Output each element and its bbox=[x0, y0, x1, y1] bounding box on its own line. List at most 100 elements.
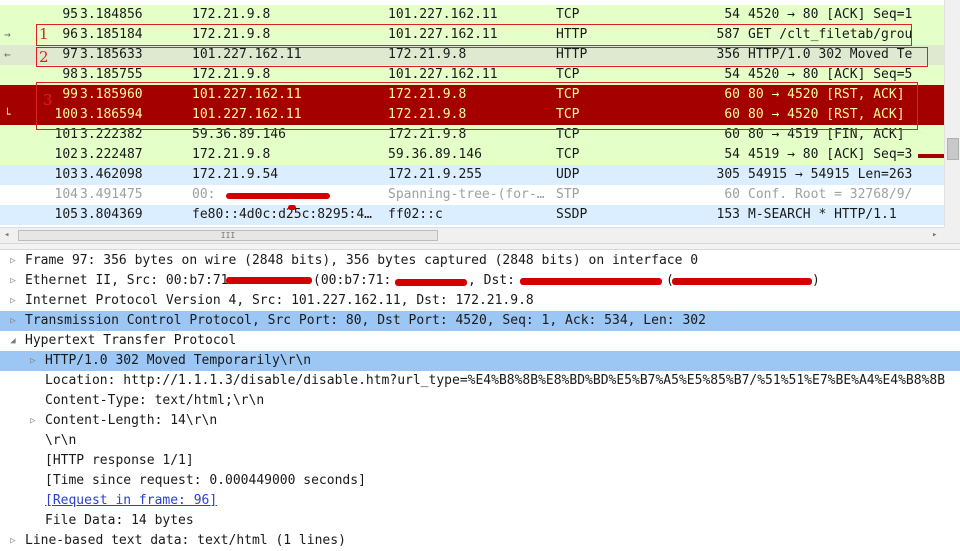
packet-source: 172.21.9.8 bbox=[192, 7, 271, 22]
tree-row-label: File Data: 14 bytes bbox=[45, 513, 194, 528]
packet-details-tree[interactable]: ▷ Frame 97: 356 bytes on wire (2848 bits… bbox=[0, 250, 960, 551]
packet-time: 3.804369 bbox=[80, 207, 143, 222]
packet-destination: 172.21.9.255 bbox=[388, 167, 482, 182]
tree-row-label: Line-based text data: text/html (1 lines… bbox=[25, 533, 346, 548]
packet-info: 4520 → 80 [ACK] Seq=1 bbox=[748, 7, 913, 22]
expand-arrow-icon[interactable]: ▷ bbox=[8, 271, 18, 291]
packet-protocol: SSDP bbox=[556, 207, 588, 222]
scroll-right-icon[interactable]: ▸ bbox=[932, 230, 937, 240]
tree-row-label: Frame 97: 356 bytes on wire (2848 bits),… bbox=[25, 253, 699, 268]
tree-row-label: Transmission Control Protocol, Src Port:… bbox=[25, 313, 706, 328]
packet-info: Conf. Root = 32768/9/ bbox=[748, 187, 913, 202]
row-marker bbox=[918, 154, 944, 158]
packet-protocol: TCP bbox=[556, 7, 580, 22]
packet-info: 54915 → 54915 Len=263 bbox=[748, 167, 913, 182]
packet-length: 54 bbox=[724, 7, 740, 22]
packet-protocol: UDP bbox=[556, 167, 580, 182]
vertical-scrollbar[interactable] bbox=[944, 0, 960, 227]
packet-destination: 59.36.89.146 bbox=[388, 147, 482, 162]
tree-row-label: [HTTP response 1/1] bbox=[45, 453, 194, 468]
packet-row-103[interactable]: 103 3.462098 172.21.9.54 172.21.9.255 UD… bbox=[0, 165, 944, 185]
request-arrow-icon: → bbox=[4, 28, 11, 41]
packet-no: 105 bbox=[54, 207, 78, 222]
expand-arrow-icon[interactable]: ▷ bbox=[28, 411, 38, 431]
tree-row-ethernet[interactable]: ▷ Ethernet II, Src: 00:b7:71: (00:b7:71:… bbox=[0, 271, 960, 291]
vertical-scroll-thumb[interactable] bbox=[947, 138, 959, 160]
tree-row-label: [Time since request: 0.000449000 seconds… bbox=[45, 473, 366, 488]
tree-row-line-based-text[interactable]: ▷ Line-based text data: text/html (1 lin… bbox=[0, 531, 960, 551]
tree-row-request-in-frame[interactable]: [Request in frame: 96] bbox=[0, 491, 960, 511]
redaction-mark bbox=[672, 278, 812, 285]
packet-destination: 101.227.162.11 bbox=[388, 7, 498, 22]
annotation-label-2: 2 bbox=[39, 48, 49, 66]
tree-row-time-since-request[interactable]: [Time since request: 0.000449000 seconds… bbox=[0, 471, 960, 491]
expand-arrow-icon[interactable]: ▷ bbox=[8, 251, 18, 271]
redaction-mark bbox=[288, 205, 296, 210]
packet-no: 104 bbox=[54, 187, 78, 202]
tree-row-label: HTTP/1.0 302 Moved Temporarily\r\n bbox=[45, 353, 312, 368]
tree-row-http-response[interactable]: [HTTP response 1/1] bbox=[0, 451, 960, 471]
annotation-label-1: 1 bbox=[39, 25, 49, 43]
tree-row-ipv4[interactable]: ▷ Internet Protocol Version 4, Src: 101.… bbox=[0, 291, 960, 311]
packet-length: 305 bbox=[716, 167, 740, 182]
packet-list[interactable]: 95 3.184856 172.21.9.8 101.227.162.11 TC… bbox=[0, 0, 944, 227]
packet-row-105[interactable]: 105 3.804369 fe80::4d0c:d25c:8295:4… ff0… bbox=[0, 205, 944, 225]
packet-info: M-SEARCH * HTTP/1.1 bbox=[748, 207, 897, 222]
expand-arrow-icon[interactable]: ▷ bbox=[8, 531, 18, 551]
tree-row-label: ) bbox=[812, 273, 820, 288]
expand-arrow-icon[interactable]: ▷ bbox=[28, 351, 38, 371]
redaction-mark bbox=[520, 278, 662, 285]
tree-row-status-line[interactable]: ▷ HTTP/1.0 302 Moved Temporarily\r\n bbox=[0, 351, 960, 371]
collapse-arrow-icon[interactable]: ◢ bbox=[8, 331, 18, 351]
packet-destination: Spanning-tree-(for-… bbox=[388, 187, 545, 202]
tree-row-location[interactable]: Location: http://1.1.1.3/disable/disable… bbox=[0, 371, 960, 391]
packet-destination: ff02::c bbox=[388, 207, 443, 222]
packet-no: 102 bbox=[54, 147, 78, 162]
expand-arrow-icon[interactable]: ▷ bbox=[8, 291, 18, 311]
tree-row-label: Ethernet II, Src: 00:b7:71: bbox=[25, 273, 237, 288]
tree-row-label: \r\n bbox=[45, 433, 77, 448]
tree-row-label: , Dst: bbox=[468, 273, 515, 288]
annotation-box-2 bbox=[36, 47, 928, 67]
horizontal-scroll-thumb[interactable]: III bbox=[18, 230, 438, 241]
tree-row-content-length[interactable]: ▷ Content-Length: 14\r\n bbox=[0, 411, 960, 431]
packet-info: 4519 → 80 [ACK] Seq=3 bbox=[748, 147, 913, 162]
tree-row-label: Hypertext Transfer Protocol bbox=[25, 333, 237, 348]
tree-row-crlf[interactable]: \r\n bbox=[0, 431, 960, 451]
bracket-end-icon: └ bbox=[4, 108, 11, 121]
packet-row-95[interactable]: 95 3.184856 172.21.9.8 101.227.162.11 TC… bbox=[0, 5, 944, 25]
packet-row-104[interactable]: 104 3.491475 00: Spanning-tree-(for-… ST… bbox=[0, 185, 944, 205]
tree-row-label: Content-Type: text/html;\r\n bbox=[45, 393, 265, 408]
packet-time: 3.222487 bbox=[80, 147, 143, 162]
redaction-mark bbox=[226, 193, 330, 199]
response-arrow-icon: ← bbox=[4, 48, 11, 61]
packet-time: 3.491475 bbox=[80, 187, 143, 202]
packet-length: 60 bbox=[724, 187, 740, 202]
packet-length: 54 bbox=[724, 147, 740, 162]
tree-row-file-data[interactable]: File Data: 14 bytes bbox=[0, 511, 960, 531]
scroll-corner bbox=[944, 227, 960, 243]
annotation-box-1 bbox=[36, 24, 912, 46]
packet-row-102[interactable]: 102 3.222487 172.21.9.8 59.36.89.146 TCP… bbox=[0, 145, 944, 165]
redaction-mark bbox=[395, 279, 467, 286]
tree-row-tcp[interactable]: ▷ Transmission Control Protocol, Src Por… bbox=[0, 311, 960, 331]
packet-source: 172.21.9.54 bbox=[192, 167, 279, 182]
expand-arrow-icon[interactable]: ▷ bbox=[8, 311, 18, 331]
pane-splitter[interactable] bbox=[0, 243, 960, 250]
annotation-label-3: 3 bbox=[43, 91, 53, 109]
redaction-mark bbox=[226, 277, 312, 284]
tree-row-label: Internet Protocol Version 4, Src: 101.22… bbox=[25, 293, 534, 308]
packet-protocol: TCP bbox=[556, 147, 580, 162]
tree-row-label: (00:b7:71: bbox=[313, 273, 392, 288]
packet-no: 103 bbox=[54, 167, 78, 182]
tree-row-label: Content-Length: 14\r\n bbox=[45, 413, 218, 428]
tree-row-label: Location: http://1.1.1.3/disable/disable… bbox=[45, 373, 946, 388]
horizontal-scrollbar[interactable]: ◂ III ▸ bbox=[0, 227, 944, 244]
request-frame-link[interactable]: [Request in frame: 96] bbox=[45, 491, 217, 511]
packet-no: 95 bbox=[62, 7, 78, 22]
tree-row-content-type[interactable]: Content-Type: text/html;\r\n bbox=[0, 391, 960, 411]
tree-row-frame[interactable]: ▷ Frame 97: 356 bytes on wire (2848 bits… bbox=[0, 251, 960, 271]
scroll-left-icon[interactable]: ◂ bbox=[4, 230, 9, 240]
annotation-box-3 bbox=[36, 82, 918, 130]
tree-row-http[interactable]: ◢ Hypertext Transfer Protocol bbox=[0, 331, 960, 351]
